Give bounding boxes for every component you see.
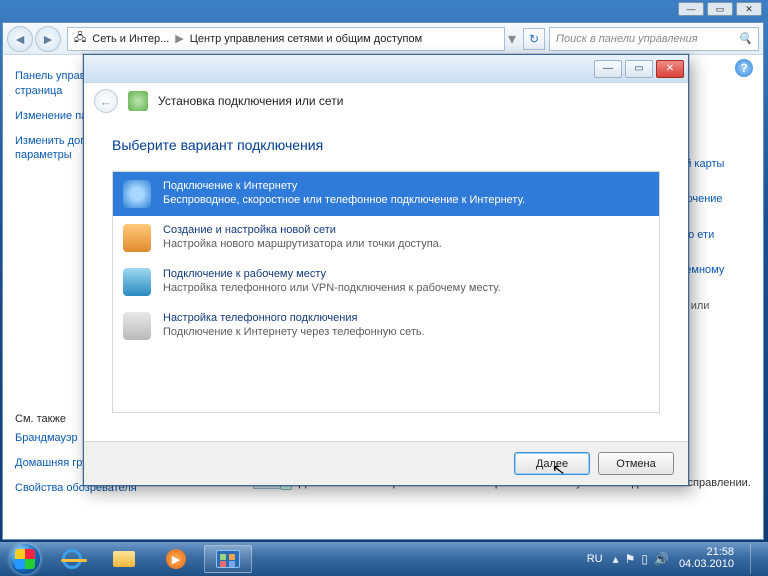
taskbar-app-explorer[interactable] — [100, 545, 148, 573]
windows-orb-icon — [10, 544, 40, 574]
globe-icon — [123, 180, 151, 208]
breadcrumb[interactable]: 🖧 Сеть и Интер... ▶ Центр управления сет… — [67, 27, 505, 51]
option-desc: Настройка нового маршрутизатора или точк… — [163, 238, 442, 252]
network-setup-icon — [128, 91, 148, 111]
taskbar-clock[interactable]: 21:58 04.03.2010 — [679, 547, 734, 570]
taskbar-app-wmp[interactable]: ▶ — [152, 545, 200, 573]
dialog-title: Установка подключения или сети — [158, 94, 343, 108]
search-icon: 🔍 — [738, 32, 752, 45]
volume-icon[interactable]: 🔊 — [654, 552, 669, 566]
search-placeholder: Поиск в панели управления — [556, 33, 698, 45]
option-desc: Настройка телефонного или VPN-подключени… — [163, 282, 501, 296]
maximize-button[interactable]: ▭ — [707, 2, 733, 16]
option-dialup[interactable]: Настройка телефонного подключения Подклю… — [113, 304, 659, 348]
nav-back-button[interactable]: ◄ — [7, 26, 33, 52]
phone-icon — [123, 312, 151, 340]
building-icon — [123, 268, 151, 296]
dialog-footer: Далее Отмена — [84, 441, 688, 485]
outer-window-controls: — ▭ ✕ — [0, 0, 768, 18]
address-bar: ◄ ► 🖧 Сеть и Интер... ▶ Центр управления… — [3, 23, 763, 55]
start-button[interactable] — [6, 544, 44, 574]
ie-icon — [62, 549, 82, 569]
show-desktop-button[interactable] — [750, 544, 760, 574]
help-icon[interactable]: ? — [735, 59, 753, 77]
connection-options-list: Подключение к Интернету Беспроводное, ск… — [112, 171, 660, 413]
router-icon — [123, 224, 151, 252]
close-button[interactable]: ✕ — [736, 2, 762, 16]
dialog-minimize-button[interactable]: — — [594, 60, 622, 78]
media-player-icon: ▶ — [166, 549, 186, 569]
option-title: Подключение к Интернету — [163, 180, 525, 194]
minimize-button[interactable]: — — [678, 2, 704, 16]
network-tray-icon[interactable]: ▯ — [641, 552, 648, 566]
chevron-right-icon: ▶ — [175, 32, 183, 45]
control-panel-icon — [216, 550, 240, 568]
action-center-icon[interactable]: ⚑ — [625, 552, 636, 566]
clock-date: 04.03.2010 — [679, 559, 734, 571]
taskbar: ▶ RU ▴ ⚑ ▯ 🔊 21:58 04.03.2010 — [0, 542, 768, 576]
option-desc: Подключение к Интернету через телефонную… — [163, 326, 425, 340]
dialog-heading: Выберите вариант подключения — [112, 137, 660, 153]
dialog-close-button[interactable]: ✕ — [656, 60, 684, 78]
folder-icon — [113, 551, 135, 567]
tray-chevron-up-icon[interactable]: ▴ — [613, 552, 619, 566]
breadcrumb-part-2[interactable]: Центр управления сетями и общим доступом — [190, 33, 422, 45]
breadcrumb-part-1[interactable]: Сеть и Интер... — [92, 33, 169, 45]
option-workplace[interactable]: Подключение к рабочему месту Настройка т… — [113, 260, 659, 304]
option-desc: Беспроводное, скоростное или телефонное … — [163, 194, 525, 208]
option-title: Подключение к рабочему месту — [163, 268, 501, 282]
system-tray: RU ▴ ⚑ ▯ 🔊 21:58 04.03.2010 — [587, 544, 762, 574]
setup-connection-dialog: — ▭ ✕ ← Установка подключения или сети В… — [83, 54, 689, 486]
language-indicator[interactable]: RU — [587, 553, 603, 565]
option-title: Настройка телефонного подключения — [163, 312, 425, 326]
option-internet[interactable]: Подключение к Интернету Беспроводное, ск… — [113, 172, 659, 216]
nav-forward-button[interactable]: ► — [35, 26, 61, 52]
next-button[interactable]: Далее — [514, 452, 590, 475]
option-title: Создание и настройка новой сети — [163, 224, 442, 238]
search-input[interactable]: Поиск в панели управления 🔍 — [549, 27, 759, 51]
dialog-maximize-button[interactable]: ▭ — [625, 60, 653, 78]
taskbar-app-ie[interactable] — [48, 545, 96, 573]
taskbar-app-control-panel[interactable] — [204, 545, 252, 573]
dialog-titlebar[interactable]: — ▭ ✕ — [84, 55, 688, 83]
dialog-back-button[interactable]: ← — [94, 89, 118, 113]
refresh-button[interactable]: ↻ — [523, 28, 545, 50]
breadcrumb-icon: 🖧 — [74, 29, 86, 48]
cancel-button[interactable]: Отмена — [598, 452, 674, 475]
option-new-network[interactable]: Создание и настройка новой сети Настройк… — [113, 216, 659, 260]
